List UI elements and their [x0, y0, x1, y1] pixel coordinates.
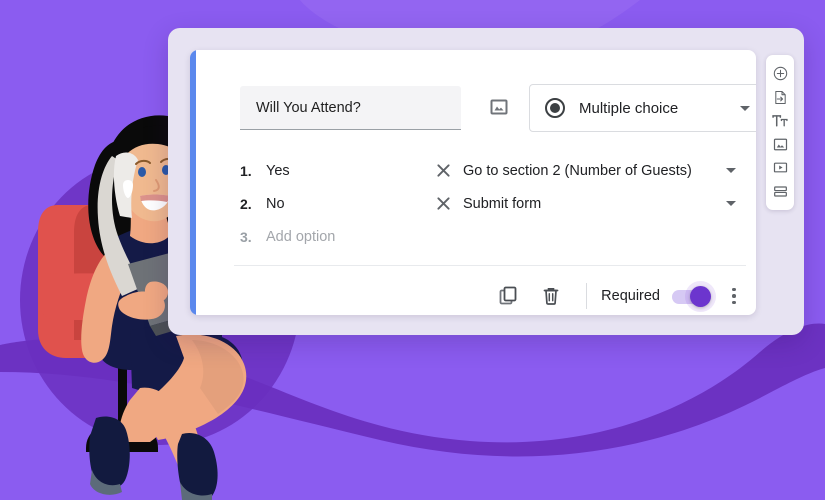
screenshot-canvas: Multiple choice 1. Yes Go to section 2 (… — [0, 0, 825, 500]
add-image-icon — [773, 138, 787, 151]
toolbar-separator — [586, 283, 588, 309]
duplicate-icon — [499, 286, 517, 305]
duplicate-button[interactable] — [494, 281, 524, 311]
chevron-down-icon — [740, 105, 750, 111]
kebab-dot — [732, 294, 736, 298]
required-label: Required — [601, 288, 660, 304]
question-footer-toolbar: Required — [234, 278, 746, 314]
options-list: 1. Yes Go to section 2 (Number of Guests… — [240, 154, 736, 253]
image-glyph — [490, 99, 508, 115]
option-go-to-select[interactable]: Go to section 2 (Number of Guests) — [436, 154, 736, 187]
chevron-down-icon — [726, 201, 736, 206]
question-type-select[interactable]: Multiple choice — [529, 84, 756, 132]
question-header-row: Multiple choice — [240, 84, 756, 132]
question-card[interactable]: Multiple choice 1. Yes Go to section 2 (… — [190, 50, 756, 315]
toggle-knob — [690, 285, 711, 307]
option-number: 3. — [240, 228, 252, 245]
go-to-label: Submit form — [463, 195, 542, 212]
go-to-label: Go to section 2 (Number of Guests) — [463, 162, 692, 179]
add-section-icon — [773, 186, 787, 197]
radio-button-icon — [545, 98, 565, 118]
insert-image-icon[interactable] — [488, 96, 510, 118]
add-circle-icon — [773, 67, 787, 81]
add-question-button[interactable] — [768, 62, 792, 86]
add-option-label[interactable]: Add option — [266, 229, 426, 245]
trash-icon — [543, 288, 559, 305]
more-options-button[interactable] — [722, 281, 746, 311]
kebab-dot — [732, 300, 736, 305]
option-row[interactable]: 1. Yes Go to section 2 (Number of Guests… — [240, 154, 736, 187]
close-icon[interactable] — [436, 196, 451, 211]
add-video-icon — [773, 162, 787, 173]
add-option-row[interactable]: 3. Add option — [240, 220, 736, 253]
add-video-button[interactable] — [768, 156, 792, 180]
add-image-button[interactable] — [768, 133, 792, 157]
card-divider — [234, 265, 746, 266]
required-toggle[interactable] — [672, 280, 716, 312]
question-title-input[interactable] — [240, 86, 461, 130]
side-toolbar — [766, 55, 794, 210]
close-icon[interactable] — [436, 163, 451, 178]
chevron-down-icon — [726, 168, 736, 173]
option-number: 2. — [240, 195, 252, 212]
option-go-to-select[interactable]: Submit form — [436, 187, 736, 220]
import-questions-icon — [774, 90, 786, 104]
add-title-description-button[interactable] — [768, 109, 792, 133]
kebab-dot — [732, 287, 736, 292]
delete-button[interactable] — [536, 281, 566, 311]
title-text-icon — [772, 114, 788, 127]
question-type-label: Multiple choice — [579, 99, 679, 117]
option-number: 1. — [240, 162, 252, 179]
option-row[interactable]: 2. No Submit form — [240, 187, 736, 220]
import-questions-button[interactable] — [768, 86, 792, 110]
option-label[interactable]: Yes — [266, 163, 426, 179]
option-label[interactable]: No — [266, 196, 426, 212]
add-section-button[interactable] — [768, 180, 792, 204]
